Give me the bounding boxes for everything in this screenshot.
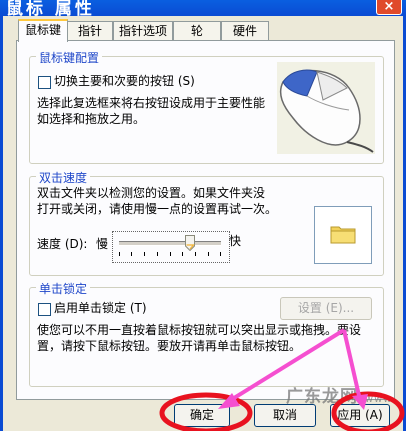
arrow-to-apply-head	[352, 394, 368, 410]
apply-highlight-ellipse	[331, 391, 405, 431]
arrow-to-apply	[342, 329, 362, 401]
annotation-overlay	[159, 328, 405, 431]
ok-highlight-ellipse	[159, 392, 253, 431]
arrow-to-ok	[224, 328, 346, 405]
tab-buttons[interactable]: 鼠标键	[18, 19, 68, 42]
